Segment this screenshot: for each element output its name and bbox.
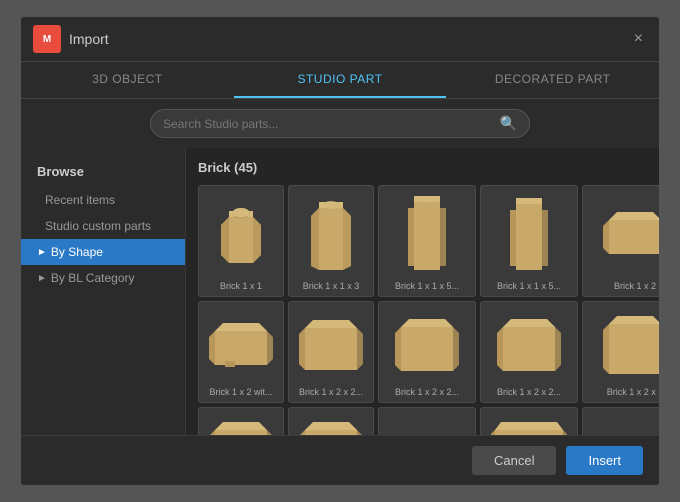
sidebar-item-studio-custom-parts[interactable]: Studio custom parts (21, 213, 185, 239)
main-panel: Brick (45) Brick 1 x 1 Brick 1 (186, 148, 659, 435)
tab-decorated-part[interactable]: DECORATED PART (446, 62, 659, 98)
part-thumbnail (383, 306, 471, 384)
part-thumbnail (203, 190, 279, 278)
part-label: Brick 1 x 1 x 5... (497, 281, 561, 292)
part-thumbnail (293, 190, 369, 278)
part-thumbnail (587, 412, 659, 435)
part-item-p10[interactable]: Brick 1 x 2 x 3 (582, 301, 659, 403)
title-bar: M Import × (21, 17, 659, 62)
sidebar-item-by-bl-category[interactable]: ► By BL Category (21, 265, 185, 291)
chevron-right-icon: ► (37, 247, 47, 258)
search-input[interactable] (163, 117, 500, 131)
sidebar-item-recent-items[interactable]: Recent items (21, 187, 185, 213)
part-item-p12[interactable]: Brick 1 x 2 x 5... (288, 407, 374, 435)
footer: Cancel Insert (21, 435, 659, 485)
part-thumbnail (587, 306, 659, 384)
content-area: Browse Recent items Studio custom parts … (21, 148, 659, 435)
close-button[interactable]: × (630, 31, 647, 47)
part-item-p5[interactable]: Brick 1 x 2 (582, 185, 659, 297)
part-thumbnail (485, 412, 573, 435)
parts-grid: Brick 1 x 1 Brick 1 x 1 x 3 Brick 1 x 1 … (198, 185, 647, 435)
part-thumbnail (587, 190, 659, 278)
part-label: Brick 1 x 2 wit... (209, 387, 272, 398)
dialog-title: Import (69, 31, 109, 47)
cancel-button[interactable]: Cancel (472, 446, 556, 475)
part-thumbnail (203, 412, 279, 435)
part-thumbnail (485, 190, 573, 278)
import-dialog: M Import × 3D OBJECT STUDIO PART DECORAT… (20, 16, 660, 486)
part-label: Brick 1 x 2 x 2... (497, 387, 561, 398)
tab-bar: 3D OBJECT STUDIO PART DECORATED PART (21, 62, 659, 99)
part-item-p6[interactable]: Brick 1 x 2 wit... (198, 301, 284, 403)
part-thumbnail (383, 190, 471, 278)
part-label: Brick 1 x 1 (220, 281, 262, 292)
part-label: Brick 1 x 2 (614, 281, 656, 292)
search-icon: 🔍 (500, 115, 517, 132)
section-title: Brick (45) (198, 160, 647, 175)
part-label: Brick 1 x 1 x 5... (395, 281, 459, 292)
part-item-p4[interactable]: Brick 1 x 1 x 5... (480, 185, 578, 297)
part-label: Brick 1 x 1 x 3 (303, 281, 360, 292)
part-item-p15[interactable]: Brick 1 x 4 (582, 407, 659, 435)
part-thumbnail (293, 412, 369, 435)
part-item-p3[interactable]: Brick 1 x 1 x 5... (378, 185, 476, 297)
app-logo: M (33, 25, 61, 53)
sidebar-browse-label: Browse (21, 160, 185, 187)
part-label: Brick 1 x 2 x 2... (299, 387, 363, 398)
search-bar: 🔍 (21, 99, 659, 148)
part-item-p2[interactable]: Brick 1 x 1 x 3 (288, 185, 374, 297)
chevron-right-icon: ► (37, 273, 47, 284)
part-item-p11[interactable]: Brick 1 x 2 x 5 (198, 407, 284, 435)
part-thumbnail (293, 306, 369, 384)
sidebar-item-by-shape[interactable]: ► By Shape (21, 239, 185, 265)
search-wrapper: 🔍 (150, 109, 530, 138)
insert-button[interactable]: Insert (566, 446, 643, 475)
part-thumbnail (383, 412, 471, 435)
tab-studio-part[interactable]: STUDIO PART (234, 62, 447, 98)
part-thumbnail (203, 306, 279, 384)
part-label: Brick 1 x 2 x 2... (395, 387, 459, 398)
part-item-p13[interactable]: Brick 1 x 3 (378, 407, 476, 435)
part-item-p9[interactable]: Brick 1 x 2 x 2... (480, 301, 578, 403)
part-item-p14[interactable]: Brick 1 x 3 x 5 (480, 407, 578, 435)
title-bar-left: M Import (33, 25, 109, 53)
sidebar: Browse Recent items Studio custom parts … (21, 148, 186, 435)
part-item-p7[interactable]: Brick 1 x 2 x 2... (288, 301, 374, 403)
tab-3d-object[interactable]: 3D OBJECT (21, 62, 234, 98)
part-label: Brick 1 x 2 x 3 (607, 387, 659, 398)
part-thumbnail (485, 306, 573, 384)
part-item-p8[interactable]: Brick 1 x 2 x 2... (378, 301, 476, 403)
part-item-p1[interactable]: Brick 1 x 1 (198, 185, 284, 297)
